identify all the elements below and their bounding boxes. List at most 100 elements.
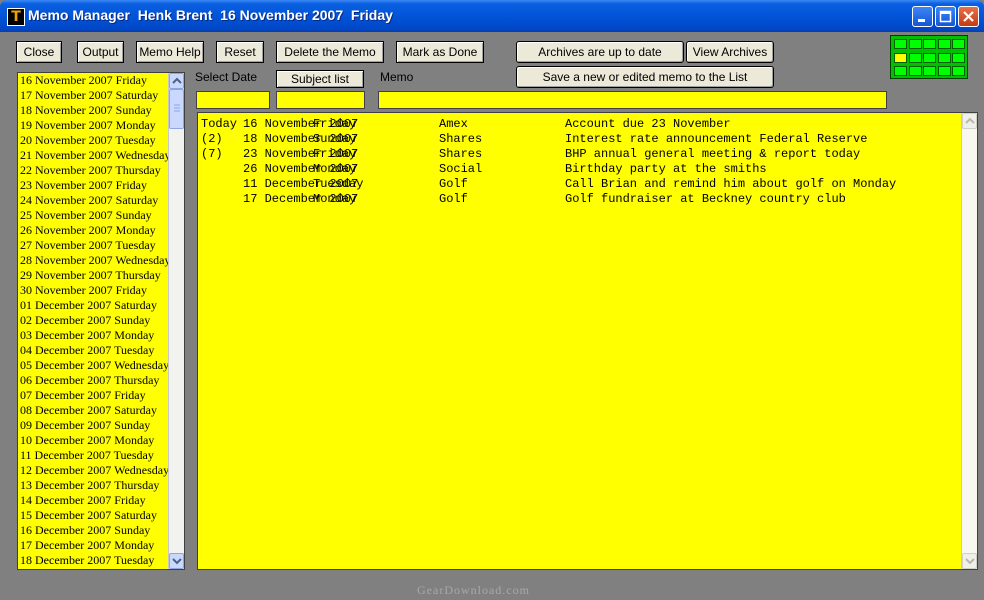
date-list-item[interactable]: 11 December 2007 Tuesday	[18, 448, 184, 463]
title-bar[interactable]: T Memo Manager Henk Brent 16 November 20…	[0, 0, 984, 32]
close-button[interactable]: Close	[16, 41, 62, 63]
date-list-item[interactable]: 28 November 2007 Wednesday	[18, 253, 184, 268]
indicator-cell	[908, 39, 922, 49]
memo-text: Account due 23 November	[565, 117, 731, 131]
date-list-item[interactable]: 16 November 2007 Friday	[18, 73, 184, 88]
date-list-item[interactable]: 10 December 2007 Monday	[18, 433, 184, 448]
memo-list[interactable]: Today 16 November 2007 Friday Amex Account d…	[197, 112, 978, 570]
date-list-items: 16 November 2007 Friday 17 November 2007 …	[18, 73, 184, 568]
date-list-item[interactable]: 24 November 2007 Saturday	[18, 193, 184, 208]
indicator-cell	[908, 52, 922, 63]
date-list-item[interactable]: 07 December 2007 Friday	[18, 388, 184, 403]
main-client-area: Close Output Memo Help Reset Delete the …	[4, 32, 980, 596]
select-date-input[interactable]	[196, 91, 270, 109]
date-list-item[interactable]: 09 December 2007 Sunday	[18, 418, 184, 433]
chevron-down-icon	[172, 558, 182, 565]
subject-list-button[interactable]: Subject list	[276, 70, 364, 88]
date-list-item[interactable]: 23 November 2007 Friday	[18, 178, 184, 193]
view-archives-button[interactable]: View Archives	[686, 41, 774, 63]
date-list-item[interactable]: 19 November 2007 Monday	[18, 118, 184, 133]
app-icon[interactable]: T	[7, 8, 25, 26]
memo-list-scrollbar[interactable]	[961, 113, 977, 569]
delete-memo-button[interactable]: Delete the Memo	[276, 41, 384, 63]
date-list-item[interactable]: 01 December 2007 Saturday	[18, 298, 184, 313]
indicator-cell	[923, 66, 936, 76]
maximize-button[interactable]	[935, 6, 956, 27]
date-list-item[interactable]: 15 December 2007 Saturday	[18, 508, 184, 523]
date-list-item[interactable]: 29 November 2007 Thursday	[18, 268, 184, 283]
memo-subject: Shares	[439, 147, 483, 161]
date-list-item[interactable]: 27 November 2007 Tuesday	[18, 238, 184, 253]
date-list-item[interactable]: 26 November 2007 Monday	[18, 223, 184, 238]
indicator-cell	[923, 52, 936, 63]
save-memo-button[interactable]: Save a new or edited memo to the List	[516, 66, 774, 88]
date-list-item[interactable]: 21 November 2007 Wednesday	[18, 148, 184, 163]
memo-subject: Social	[439, 162, 483, 176]
reset-button[interactable]: Reset	[216, 41, 264, 63]
date-list-item[interactable]: 12 December 2007 Wednesday	[18, 463, 184, 478]
memo-scroll-down-button[interactable]	[962, 553, 977, 569]
scroll-up-button[interactable]	[169, 73, 184, 89]
date-list-item[interactable]: 22 November 2007 Thursday	[18, 163, 184, 178]
memo-scroll-up-button[interactable]	[962, 113, 977, 129]
date-list-item[interactable]: 16 December 2007 Sunday	[18, 523, 184, 538]
date-list-item[interactable]: 25 November 2007 Sunday	[18, 208, 184, 223]
indicator-cell	[952, 39, 965, 49]
indicator-cell	[894, 39, 907, 49]
output-button[interactable]: Output	[77, 41, 124, 63]
select-date-label: Select Date	[195, 70, 258, 84]
memo-input[interactable]	[378, 91, 887, 109]
memo-prefix: (2)	[201, 132, 223, 146]
memo-prefix: (7)	[201, 147, 223, 161]
memo-text: BHP annual general meeting & report toda…	[565, 147, 861, 161]
memo-day: Friday	[313, 117, 357, 131]
date-list-item[interactable]: 08 December 2007 Saturday	[18, 403, 184, 418]
indicator-cell	[894, 52, 907, 63]
memo-subject: Shares	[439, 132, 483, 146]
memo-day: Monday	[313, 192, 357, 206]
indicator-cell	[952, 52, 965, 63]
chevron-up-icon	[965, 117, 975, 124]
date-list-item[interactable]: 17 December 2007 Monday	[18, 538, 184, 553]
memo-prefix: Today	[201, 117, 238, 131]
date-list-item[interactable]: 18 November 2007 Sunday	[18, 103, 184, 118]
status-grid-indicator	[890, 35, 968, 79]
date-list-item[interactable]: 04 December 2007 Tuesday	[18, 343, 184, 358]
date-list-item[interactable]: 30 November 2007 Friday	[18, 283, 184, 298]
window-title: Memo Manager Henk Brent 16 November 2007…	[28, 7, 393, 23]
minimize-button[interactable]	[912, 6, 933, 27]
scroll-down-button[interactable]	[169, 553, 184, 569]
indicator-cell	[894, 66, 907, 76]
scroll-thumb[interactable]	[169, 89, 184, 129]
close-window-button[interactable]	[958, 6, 979, 27]
archives-status-button[interactable]: Archives are up to date	[516, 41, 684, 63]
chevron-up-icon	[172, 77, 182, 84]
date-list-item[interactable]: 05 December 2007 Wednesday	[18, 358, 184, 373]
date-list[interactable]: 16 November 2007 Friday 17 November 2007 …	[17, 72, 185, 570]
memo-text: Birthday party at the smiths	[565, 162, 767, 176]
watermark: GearDownload.com	[417, 583, 530, 597]
date-list-item[interactable]: 14 December 2007 Friday	[18, 493, 184, 508]
indicator-cell	[952, 66, 965, 76]
grip-icon	[174, 104, 180, 112]
date-list-item[interactable]: 20 November 2007 Tuesday	[18, 133, 184, 148]
minimize-icon	[918, 19, 925, 22]
memo-subject: Golf	[439, 192, 468, 206]
date-list-item[interactable]: 18 December 2007 Tuesday	[18, 553, 184, 568]
date-list-item[interactable]: 13 December 2007 Thursday	[18, 478, 184, 493]
date-list-item[interactable]: 03 December 2007 Monday	[18, 328, 184, 343]
mark-done-button[interactable]: Mark as Done	[396, 41, 484, 63]
memo-help-button[interactable]: Memo Help	[136, 41, 204, 63]
indicator-cell	[908, 66, 922, 76]
date-list-scrollbar[interactable]	[168, 73, 184, 569]
subject-input[interactable]	[276, 91, 365, 109]
date-list-item[interactable]: 02 December 2007 Sunday	[18, 313, 184, 328]
indicator-cell	[937, 52, 951, 63]
memo-text: Golf fundraiser at Beckney country club	[565, 192, 846, 206]
memo-label: Memo	[380, 70, 414, 84]
date-list-item[interactable]: 06 December 2007 Thursday	[18, 373, 184, 388]
maximize-icon	[939, 10, 952, 23]
date-list-item[interactable]: 17 November 2007 Saturday	[18, 88, 184, 103]
indicator-cell	[923, 39, 936, 49]
memo-day: Sunday	[313, 132, 357, 146]
